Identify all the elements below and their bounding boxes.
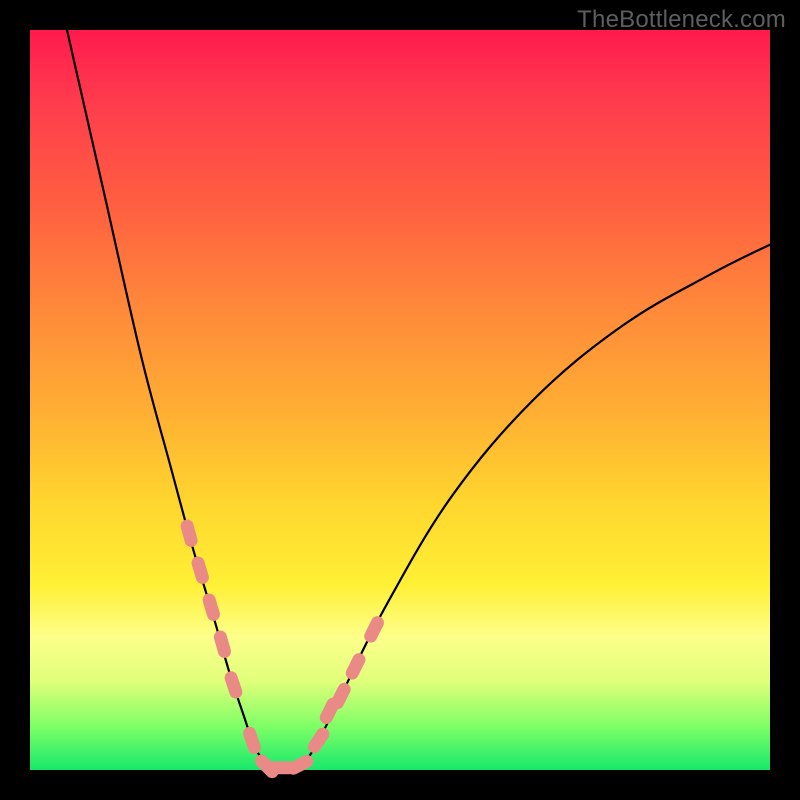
highlight-marker [344,651,368,682]
highlight-marker [305,725,331,756]
highlight-marker [362,614,386,645]
highlight-marker [212,629,232,659]
chart-svg [30,30,770,770]
highlight-markers [179,518,386,781]
highlight-marker [241,725,262,756]
plot-area [30,30,770,770]
chart-frame: TheBottleneck.com [0,0,800,800]
bottleneck-curve [67,30,770,772]
highlight-marker [223,670,244,701]
highlight-marker [179,518,199,548]
highlight-marker [201,592,221,623]
highlight-marker [190,555,210,586]
